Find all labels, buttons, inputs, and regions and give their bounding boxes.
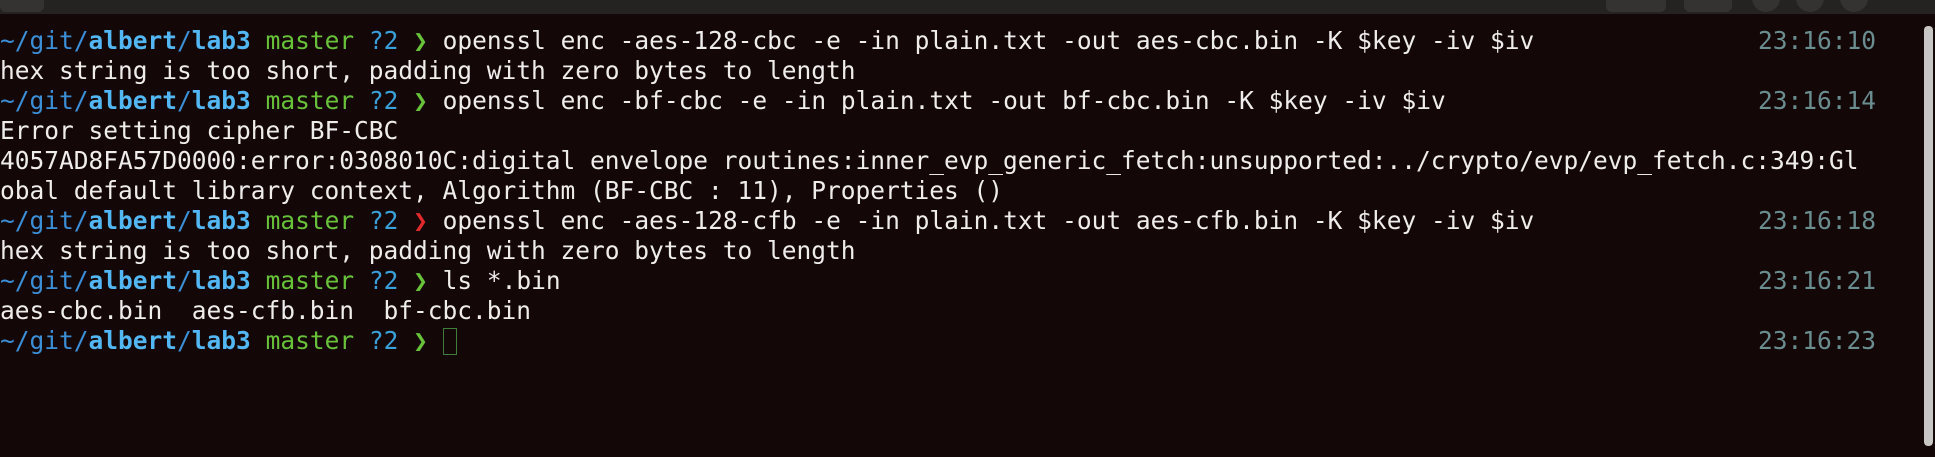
prompt-path-separator: / [177, 206, 192, 235]
prompt-user: albert [88, 266, 178, 295]
git-status: ?2 [368, 266, 399, 295]
git-status: ?2 [368, 326, 399, 355]
prompt-path-prefix: ~/git/ [0, 86, 89, 115]
prompt-user: albert [88, 206, 178, 235]
close-icon[interactable] [1840, 0, 1868, 12]
timestamp: 23:16:18 [1757, 206, 1876, 235]
git-branch: master [265, 86, 355, 115]
prompt-line: ~/git/albert/lab3 master ?2 ❯ openssl en… [0, 26, 1900, 56]
prompt-path-separator: / [177, 266, 192, 295]
git-status: ?2 [368, 86, 399, 115]
prompt-path-prefix: ~/git/ [0, 206, 89, 235]
window-titlebar [0, 0, 1935, 14]
cursor-icon[interactable] [442, 328, 457, 355]
terminal-output[interactable]: ~/git/albert/lab3 master ?2 ❯ openssl en… [0, 26, 1900, 356]
git-branch: master [265, 206, 355, 235]
minimize-icon[interactable] [1752, 0, 1780, 12]
timestamp: 23:16:23 [1757, 326, 1876, 355]
prompt-dir: lab3 [191, 206, 251, 235]
prompt-dir: lab3 [191, 86, 251, 115]
prompt-user: albert [88, 26, 178, 55]
prompt-line: ~/git/albert/lab3 master ?2 ❯ openssl en… [0, 206, 1900, 236]
git-branch: master [265, 326, 355, 355]
titlebar-search-button[interactable] [1684, 0, 1732, 12]
output-line: obal default library context, Algorithm … [0, 176, 1900, 206]
prompt-dir: lab3 [191, 26, 251, 55]
command-text: openssl enc -bf-cbc -e -in plain.txt -ou… [442, 86, 1446, 115]
git-branch: master [265, 26, 355, 55]
prompt-chevron-error-icon: ❯ [413, 206, 428, 235]
output-text: hex string is too short, padding with ze… [0, 236, 856, 265]
output-line: aes-cbc.bin aes-cfb.bin bf-cbc.bin [0, 296, 1900, 326]
prompt-path-separator: / [177, 26, 192, 55]
output-text: obal default library context, Algorithm … [0, 176, 1004, 205]
prompt-path-prefix: ~/git/ [0, 266, 89, 295]
scrollbar[interactable] [1921, 26, 1935, 457]
titlebar-tab-button[interactable] [0, 0, 44, 12]
prompt-path-separator: / [177, 86, 192, 115]
git-branch: master [265, 266, 355, 295]
maximize-icon[interactable] [1796, 0, 1824, 12]
timestamp: 23:16:14 [1757, 86, 1876, 115]
prompt-path-prefix: ~/git/ [0, 26, 89, 55]
output-line: Error setting cipher BF-CBC [0, 116, 1900, 146]
command-text: openssl enc -aes-128-cbc -e -in plain.tx… [442, 26, 1535, 55]
output-text: Error setting cipher BF-CBC [0, 116, 399, 145]
titlebar-menu-button[interactable] [1606, 0, 1666, 12]
prompt-dir: lab3 [191, 266, 251, 295]
git-status: ?2 [368, 206, 399, 235]
prompt-path-separator: / [177, 326, 192, 355]
prompt-line: ~/git/albert/lab3 master ?2 ❯ ls *.bin 23… [0, 266, 1900, 296]
prompt-path-prefix: ~/git/ [0, 326, 89, 355]
output-text: aes-cbc.bin aes-cfb.bin bf-cbc.bin [0, 296, 532, 325]
prompt-user: albert [88, 326, 178, 355]
prompt-user: albert [88, 86, 178, 115]
timestamp: 23:16:10 [1757, 26, 1876, 55]
prompt-chevron-icon: ❯ [413, 86, 428, 115]
git-status: ?2 [368, 26, 399, 55]
output-line: hex string is too short, padding with ze… [0, 56, 1900, 86]
prompt-line: ~/git/albert/lab3 master ?2 ❯ openssl en… [0, 86, 1900, 116]
prompt-chevron-icon: ❯ [413, 326, 428, 355]
prompt-chevron-icon: ❯ [413, 266, 428, 295]
output-text: hex string is too short, padding with ze… [0, 56, 856, 85]
command-text: openssl enc -aes-128-cfb -e -in plain.tx… [442, 206, 1535, 235]
output-line: 4057AD8FA57D0000:error:0308010C:digital … [0, 146, 1900, 176]
prompt-line: ~/git/albert/lab3 master ?2 ❯ 23:16:23 [0, 326, 1900, 356]
output-line: hex string is too short, padding with ze… [0, 236, 1900, 266]
output-text: 4057AD8FA57D0000:error:0308010C:digital … [0, 146, 1859, 175]
prompt-dir: lab3 [191, 326, 251, 355]
timestamp: 23:16:21 [1757, 266, 1876, 295]
scrollbar-thumb[interactable] [1924, 26, 1933, 446]
prompt-chevron-icon: ❯ [413, 26, 428, 55]
command-text: ls *.bin [442, 266, 561, 295]
